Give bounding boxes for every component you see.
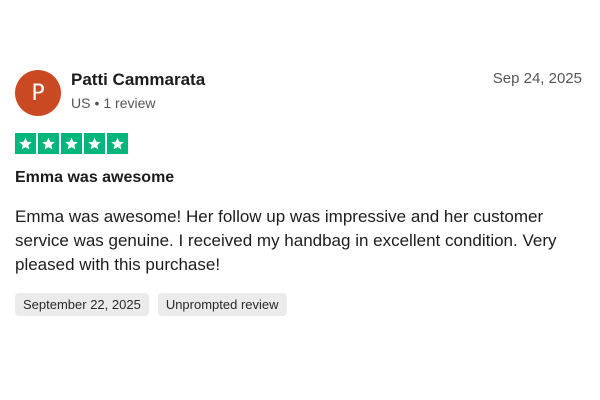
reviewer-country: US (71, 95, 91, 111)
reviewer-meta: US • 1 review (71, 95, 156, 111)
review-body: Emma was awesome! Her follow up was impr… (15, 207, 557, 274)
reviewer-name[interactable]: Patti Cammarata (71, 70, 205, 90)
avatar-initial: P (31, 80, 45, 106)
review-card: P Patti Cammarata US • 1 review Sep 24, 20… (0, 0, 600, 400)
star-icon (107, 133, 128, 154)
star-icon (15, 133, 36, 154)
star-icon (61, 133, 82, 154)
star-icon (84, 133, 105, 154)
unprompted-review-tag[interactable]: Unprompted review (157, 293, 287, 316)
reviewer-review-count: 1 review (103, 95, 156, 111)
star-rating (15, 133, 128, 154)
date-of-experience-tag: September 22, 2025 (15, 293, 149, 316)
review-date: Sep 24, 2025 (492, 70, 582, 87)
review-tags: September 22, 2025 Unprompted review (15, 293, 287, 316)
avatar[interactable]: P (15, 70, 61, 116)
meta-separator: • (94, 95, 100, 111)
star-icon (38, 133, 59, 154)
review-title[interactable]: Emma was awesome (15, 169, 174, 187)
